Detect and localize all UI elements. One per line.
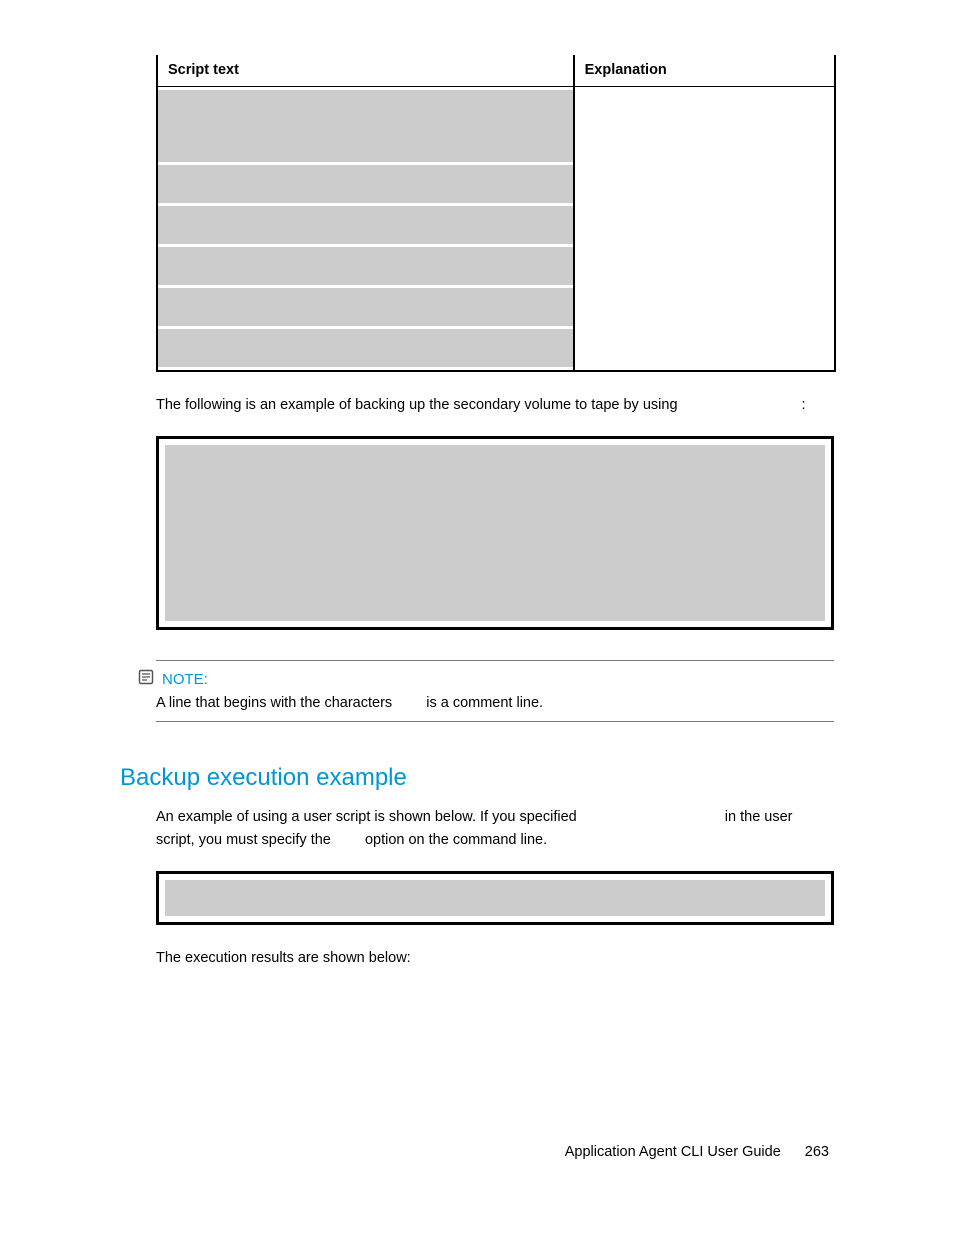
note: NOTE: A line that begins with the charac… — [156, 660, 834, 722]
table-header-explanation: Explanation — [574, 55, 835, 87]
code-block — [158, 329, 573, 367]
divider — [156, 721, 834, 722]
code-block — [158, 90, 573, 162]
text: option on the command line. — [365, 832, 547, 848]
table-cell-script — [157, 87, 574, 372]
code-frame — [156, 436, 834, 630]
page-footer: Application Agent CLI User Guide 263 — [565, 1144, 829, 1160]
code-frame — [156, 871, 834, 925]
footer-title: Application Agent CLI User Guide — [565, 1144, 781, 1160]
code-block — [165, 445, 825, 621]
table-header-script: Script text — [157, 55, 574, 87]
table-cell-explanation — [574, 87, 835, 372]
page-number: 263 — [805, 1144, 829, 1160]
paragraph: An example of using a user script is sho… — [156, 806, 834, 851]
code-block — [158, 206, 573, 244]
text: An example of using a user script is sho… — [156, 809, 577, 825]
section-heading: Backup execution example — [120, 764, 829, 792]
code-block — [158, 247, 573, 285]
code-block — [165, 880, 825, 916]
paragraph: The execution results are shown below: — [156, 947, 829, 969]
script-table: Script text Explanation — [156, 55, 836, 372]
code-block — [158, 165, 573, 203]
text: A line that begins with the characters — [156, 695, 392, 711]
paragraph: The following is an example of backing u… — [156, 394, 829, 416]
code-block — [158, 288, 573, 326]
text: is a comment line. — [426, 695, 543, 711]
note-icon — [138, 669, 154, 690]
note-label: NOTE: — [162, 671, 208, 688]
text: The following is an example of backing u… — [156, 397, 678, 413]
text: : — [802, 397, 806, 413]
